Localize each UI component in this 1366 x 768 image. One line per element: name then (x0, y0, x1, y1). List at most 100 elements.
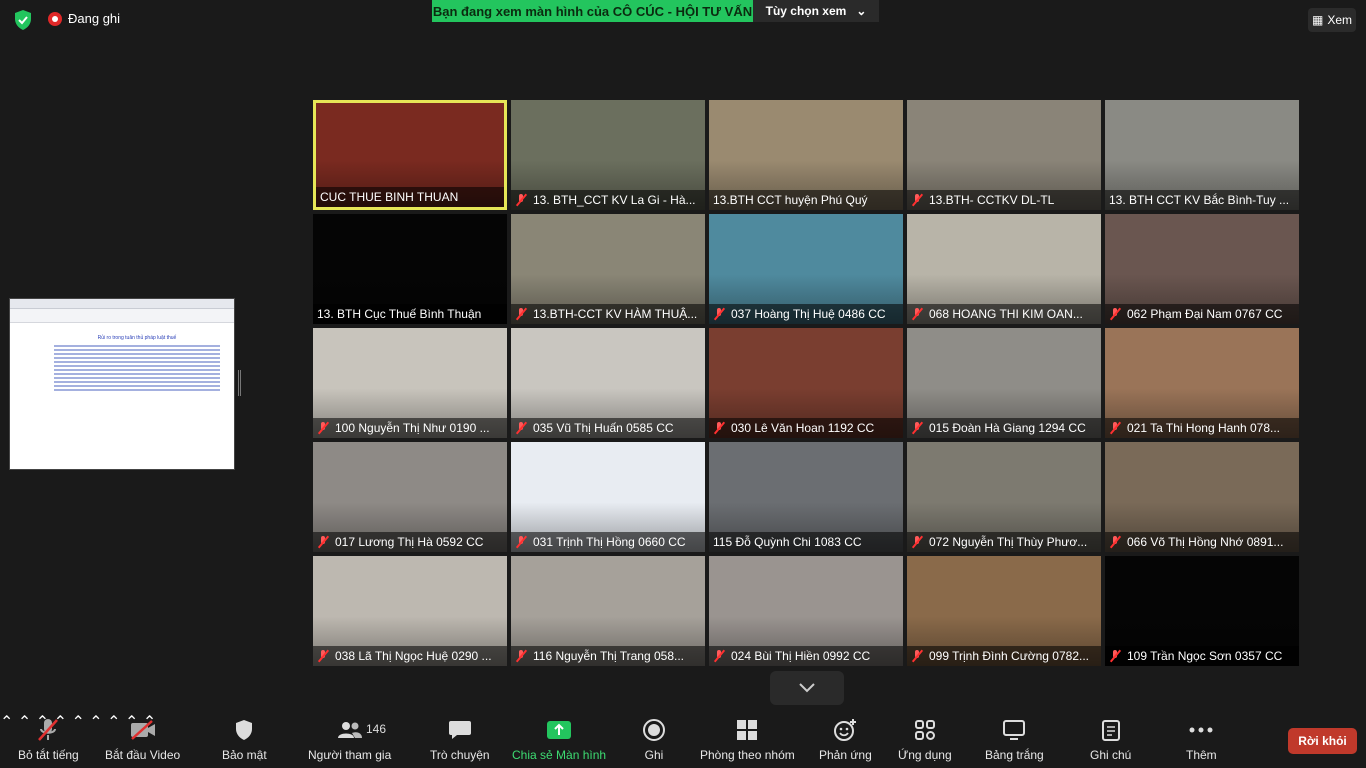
recording-indicator[interactable]: Đang ghi (48, 11, 120, 26)
participant-name: 115 Đỗ Quỳnh Chi 1083 CC (713, 535, 862, 549)
expand-gallery-button[interactable] (770, 671, 844, 705)
mute-options-caret[interactable]: ⌃ (0, 714, 13, 731)
mic-muted-icon (317, 650, 329, 662)
mic-muted-icon (317, 536, 329, 548)
participant-name-label: 13. BTH Cục Thuế Bình Thuận (313, 304, 507, 324)
participant-name-label: 031 Trịnh Thị Hồng 0660 CC (511, 532, 705, 552)
apps-icon (911, 717, 939, 743)
participant-tile[interactable]: 13.BTH- CCTKV DL-TL (907, 100, 1101, 210)
participant-name-label: 066 Võ Thị Hồng Nhớ 0891... (1105, 532, 1299, 552)
participant-name-label: 017 Lương Thị Hà 0592 CC (313, 532, 507, 552)
participant-name: 037 Hoàng Thị Huệ 0486 CC (731, 307, 886, 321)
shared-screen-thumbnail[interactable]: Rủi ro trong tuân thủ pháp luật thuế (9, 298, 235, 470)
participant-name-label: 13.BTH CCT huyện Phú Quý (709, 190, 903, 210)
more-button[interactable]: Thêm (1186, 712, 1217, 768)
shared-app-ribbon (10, 309, 234, 323)
doc-line (54, 373, 220, 375)
mic-muted-icon (515, 194, 527, 206)
grid-view-icon: ▦ (1311, 13, 1324, 27)
participant-video-grid: CUC THUE BINH THUAN 13. BTH_CCT KV La Gi … (313, 100, 1301, 668)
participant-tile[interactable]: 024 Bùi Thị Hiền 0992 CC (709, 556, 903, 666)
chevron-down-icon: ⌄ (856, 4, 867, 18)
reactions-button[interactable]: Phản ứng (819, 712, 872, 768)
doc-line (54, 345, 220, 347)
participant-tile[interactable]: 062 Phạm Đại Nam 0767 CC (1105, 214, 1299, 324)
participant-tile[interactable]: 015 Đoàn Hà Giang 1294 CC (907, 328, 1101, 438)
recording-label: Đang ghi (68, 11, 121, 26)
participant-tile[interactable]: 068 HOANG THI KIM OAN... (907, 214, 1101, 324)
participant-tile[interactable]: 017 Lương Thị Hà 0592 CC (313, 442, 507, 552)
participant-name-label: 109 Trần Ngọc Sơn 0357 CC (1105, 646, 1299, 666)
mic-muted-icon (1109, 422, 1121, 434)
participant-name-label: 037 Hoàng Thị Huệ 0486 CC (709, 304, 903, 324)
apps-button[interactable]: Ứng dụng (898, 712, 952, 768)
participant-name-label: 116 Nguyễn Thị Trang 058... (511, 646, 705, 666)
reactions-label: Phản ứng (819, 748, 872, 762)
security-button[interactable]: Bảo mật (222, 712, 267, 768)
share-screen-label: Chia sẻ Màn hình (512, 748, 607, 762)
participant-name-label: 030 Lê Văn Hoan 1192 CC (709, 418, 903, 438)
participant-tile[interactable]: 115 Đỗ Quỳnh Chi 1083 CC (709, 442, 903, 552)
notes-button[interactable]: Ghi chú (1090, 712, 1131, 768)
view-options-dropdown[interactable]: Tùy chọn xem ⌄ (753, 0, 879, 22)
participant-name-label: 099 Trịnh Đình Cường 0782... (907, 646, 1101, 666)
participant-tile[interactable]: 13.BTH-CCT KV HÀM THUẬ... (511, 214, 705, 324)
leave-meeting-button[interactable]: Rời khỏi (1288, 728, 1357, 754)
view-button-label: Xem (1327, 13, 1353, 27)
mic-muted-icon (1109, 650, 1121, 662)
record-button[interactable]: Ghi (640, 712, 668, 768)
reactions-options-caret[interactable]: ⌃ (89, 714, 102, 731)
chevron-down-icon (799, 683, 815, 693)
participant-tile[interactable]: 035 Vũ Thị Huấn 0585 CC (511, 328, 705, 438)
participant-tile[interactable]: 100 Nguyễn Thị Như 0190 ... (313, 328, 507, 438)
participant-name-label: 13. BTH CCT KV Bắc Bình-Tuy ... (1105, 190, 1299, 210)
doc-line (54, 365, 220, 367)
view-options-label: Tùy chọn xem (765, 4, 847, 18)
participant-name: 062 Phạm Đại Nam 0767 CC (1127, 307, 1283, 321)
shield-icon[interactable] (12, 9, 34, 31)
participant-name: 031 Trịnh Thị Hồng 0660 CC (533, 535, 686, 549)
participant-tile[interactable]: 13. BTH_CCT KV La Gi - Hà... (511, 100, 705, 210)
participant-name: 100 Nguyễn Thị Như 0190 ... (335, 421, 490, 435)
doc-line (54, 381, 220, 383)
share-screen-button[interactable]: Chia sẻ Màn hình (512, 712, 606, 768)
participant-tile[interactable]: 066 Võ Thị Hồng Nhớ 0891... (1105, 442, 1299, 552)
doc-line (54, 353, 220, 355)
participant-tile[interactable]: 037 Hoàng Thị Huệ 0486 CC (709, 214, 903, 324)
mute-button[interactable]: Bỏ tắt tiếng (18, 712, 79, 768)
participant-tile[interactable]: 116 Nguyễn Thị Trang 058... (511, 556, 705, 666)
doc-line (54, 349, 220, 351)
breakout-rooms-button[interactable]: Phòng theo nhóm (700, 712, 795, 768)
meeting-toolbar: Bỏ tắt tiếng ⌃ Bắt đầu Video ⌃ Bảo mật N… (0, 712, 1366, 768)
chat-button[interactable]: Trò chuyện (430, 712, 490, 768)
mic-muted-icon (911, 422, 923, 434)
mic-muted-icon (1109, 308, 1121, 320)
participant-name: 13.BTH-CCT KV HÀM THUẬ... (533, 307, 698, 321)
participant-tile[interactable]: 038 Lã Thị Ngọc Huệ 0290 ... (313, 556, 507, 666)
participant-name: 021 Ta Thi Hong Hanh 078... (1127, 421, 1280, 435)
participant-tile[interactable]: CUC THUE BINH THUAN (313, 100, 507, 210)
participant-tile[interactable]: 072 Nguyễn Thị Thùy Phươ... (907, 442, 1101, 552)
participant-tile[interactable]: 13. BTH Cục Thuế Bình Thuận (313, 214, 507, 324)
view-button[interactable]: ▦ Xem (1308, 8, 1356, 32)
doc-line (54, 377, 220, 379)
splitter-handle[interactable] (238, 370, 241, 396)
participant-tile[interactable]: 030 Lê Văn Hoan 1192 CC (709, 328, 903, 438)
participant-tile[interactable]: 13. BTH CCT KV Bắc Bình-Tuy ... (1105, 100, 1299, 210)
mute-label: Bỏ tắt tiếng (18, 748, 79, 762)
participant-name-label: 015 Đoàn Hà Giang 1294 CC (907, 418, 1101, 438)
share-screen-icon (545, 717, 573, 743)
participant-tile[interactable]: 13.BTH CCT huyện Phú Quý (709, 100, 903, 210)
participant-tile[interactable]: 031 Trịnh Thị Hồng 0660 CC (511, 442, 705, 552)
participant-tile[interactable]: 109 Trần Ngọc Sơn 0357 CC (1105, 556, 1299, 666)
participant-tile[interactable]: 099 Trịnh Đình Cường 0782... (907, 556, 1101, 666)
participants-button[interactable]: Người tham gia (308, 712, 391, 768)
start-video-button[interactable]: Bắt đầu Video (105, 712, 180, 768)
participant-name: 099 Trịnh Đình Cường 0782... (929, 649, 1089, 663)
shield-icon (230, 717, 258, 743)
emoji-icon (831, 717, 859, 743)
participant-tile[interactable]: 021 Ta Thi Hong Hanh 078... (1105, 328, 1299, 438)
mic-muted-icon (1109, 536, 1121, 548)
participant-count: 146 (366, 722, 387, 736)
whiteboard-button[interactable]: Bảng trắng (985, 712, 1044, 768)
